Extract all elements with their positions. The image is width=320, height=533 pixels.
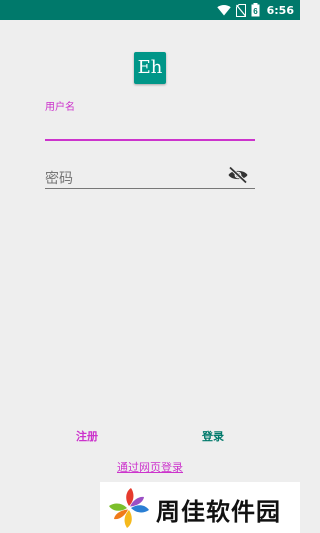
app-logo: Eh xyxy=(134,52,166,84)
battery-level: 6 xyxy=(253,7,258,16)
password-underline xyxy=(45,188,255,189)
password-placeholder: 密码 xyxy=(45,171,73,187)
status-time: 6:56 xyxy=(266,3,294,17)
pinwheel-logo-icon xyxy=(109,488,149,528)
wifi-icon xyxy=(216,4,231,16)
status-icons: 6 6:56 xyxy=(216,2,294,18)
watermark-text: 周佳软件园 xyxy=(156,498,281,526)
web-login-link[interactable]: 通过网页登录 xyxy=(110,459,190,475)
visibility-off-icon[interactable] xyxy=(227,166,249,184)
login-button[interactable]: 登录 xyxy=(194,428,232,444)
battery-icon: 6 xyxy=(251,3,260,17)
status-bar: 6 6:56 xyxy=(0,0,300,20)
register-button[interactable]: 注册 xyxy=(68,428,106,444)
login-screen: 6 6:56 Eh 用户名 密码 注册 登录 通过网页登录 周佳软件园 xyxy=(0,0,300,533)
no-sim-icon xyxy=(235,3,246,17)
password-field[interactable]: 密码 xyxy=(45,160,255,192)
username-label: 用户名 xyxy=(45,102,75,113)
username-underline xyxy=(45,139,255,141)
username-field[interactable]: 用户名 xyxy=(45,98,255,142)
watermark: 周佳软件园 xyxy=(100,482,300,533)
